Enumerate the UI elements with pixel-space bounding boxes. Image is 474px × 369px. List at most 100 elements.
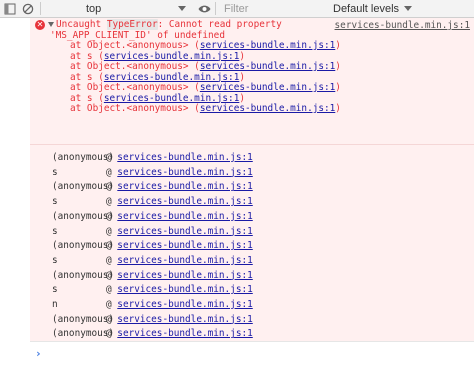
trace-at: @ bbox=[106, 284, 118, 296]
stack-frame-close: ) bbox=[335, 82, 341, 93]
trace-at: @ bbox=[106, 240, 118, 252]
trace-row: s @ services-bundle.min.js:1 bbox=[52, 255, 253, 266]
toolbar-separator bbox=[215, 2, 216, 15]
trace-link[interactable]: services-bundle.min.js:1 bbox=[117, 284, 252, 295]
toolbar-separator bbox=[40, 2, 41, 15]
stack-frame-link[interactable]: services-bundle.min.js:1 bbox=[200, 103, 335, 114]
stack-frame-text: at s ( bbox=[70, 71, 104, 83]
error-icon: ✕ bbox=[35, 20, 45, 30]
trace-row: s @ services-bundle.min.js:1 bbox=[52, 196, 253, 207]
error-prefix: Uncaught bbox=[56, 19, 107, 30]
console-gutter bbox=[0, 18, 30, 369]
trace-function: s bbox=[52, 166, 58, 178]
trace-function: (anonymous) bbox=[52, 328, 115, 340]
console-prompt[interactable]: › bbox=[30, 341, 474, 369]
error-message-text: : Cannot read property bbox=[157, 19, 282, 30]
trace-function: (anonymous) bbox=[52, 210, 115, 222]
trace-link[interactable]: services-bundle.min.js:1 bbox=[117, 196, 252, 207]
stack-frame-close: ) bbox=[239, 71, 245, 83]
trace-row: (anonymous)@ services-bundle.min.js:1 bbox=[52, 211, 253, 222]
clear-console-icon[interactable] bbox=[20, 1, 36, 17]
trace-function: (anonymous) bbox=[52, 181, 115, 193]
trace-at: @ bbox=[106, 254, 118, 266]
console-toolbar: top Filter Default levels bbox=[0, 0, 474, 18]
trace-function: (anonymous) bbox=[52, 313, 115, 325]
stack-frame-close: ) bbox=[239, 50, 245, 62]
trace-at: @ bbox=[106, 181, 118, 193]
async-stack-trace: (anonymous)@ services-bundle.min.js:1 s @… bbox=[30, 145, 474, 341]
stack-frame-text: at Object.<anonymous> ( bbox=[70, 82, 200, 93]
trace-function: s bbox=[52, 196, 58, 208]
levels-label: Default levels bbox=[333, 2, 400, 15]
trace-at: @ bbox=[106, 152, 118, 163]
trace-link[interactable]: services-bundle.min.js:1 bbox=[117, 270, 252, 281]
trace-link[interactable]: services-bundle.min.js:1 bbox=[117, 240, 252, 251]
stack-frame-link[interactable]: services-bundle.min.js:1 bbox=[200, 61, 335, 72]
trace-at: @ bbox=[106, 313, 118, 325]
stack-frame-close: ) bbox=[239, 92, 245, 104]
context-selector[interactable]: top bbox=[80, 0, 190, 17]
trace-row: n @ services-bundle.min.js:1 bbox=[52, 299, 253, 310]
stack-frame-close: ) bbox=[335, 61, 341, 72]
trace-function: (anonymous) bbox=[52, 240, 115, 252]
trace-function: s bbox=[52, 284, 58, 296]
filter-input[interactable]: Filter bbox=[218, 0, 324, 17]
trace-link[interactable]: services-bundle.min.js:1 bbox=[117, 299, 252, 310]
eye-icon[interactable] bbox=[196, 1, 212, 17]
prompt-caret-icon: › bbox=[35, 347, 42, 360]
trace-row: (anonymous)@ services-bundle.min.js:1 bbox=[52, 314, 253, 325]
error-type: TypeError bbox=[106, 19, 158, 30]
stack-frame-link[interactable]: services-bundle.min.js:1 bbox=[104, 51, 239, 62]
stack-frame: at Object.<anonymous> (services-bundle.m… bbox=[70, 103, 341, 115]
trace-function: (anonymous) bbox=[52, 152, 115, 163]
trace-row: (anonymous)@ services-bundle.min.js:1 bbox=[52, 181, 253, 192]
sidebar-toggle-icon[interactable] bbox=[2, 1, 18, 17]
trace-at: @ bbox=[106, 196, 118, 208]
trace-function: s bbox=[52, 225, 58, 237]
trace-at: @ bbox=[106, 225, 118, 237]
error-message: ✕ Uncaught TypeError: Cannot read proper… bbox=[30, 18, 474, 145]
trace-row: (anonymous)@ services-bundle.min.js:1 bbox=[52, 270, 253, 281]
trace-row: (anonymous)@ services-bundle.min.js:1 bbox=[52, 152, 253, 163]
trace-at: @ bbox=[106, 166, 118, 178]
stack-frame-text: at Object.<anonymous> ( bbox=[70, 61, 200, 72]
trace-at: @ bbox=[106, 328, 118, 340]
stack-frame-link[interactable]: services-bundle.min.js:1 bbox=[200, 82, 335, 93]
trace-link[interactable]: services-bundle.min.js:1 bbox=[117, 211, 252, 222]
log-levels-dropdown[interactable]: Default levels bbox=[333, 0, 413, 17]
console-output: ✕ Uncaught TypeError: Cannot read proper… bbox=[30, 18, 474, 369]
error-source-link[interactable]: services-bundle.min.js:1 bbox=[335, 20, 470, 31]
stack-frame-link[interactable]: services-bundle.min.js:1 bbox=[104, 72, 239, 83]
trace-function: (anonymous) bbox=[52, 269, 115, 281]
trace-function: s bbox=[52, 254, 58, 266]
stack-frame-text: at s ( bbox=[70, 50, 104, 62]
expand-triangle-icon[interactable] bbox=[48, 22, 54, 27]
trace-link[interactable]: services-bundle.min.js:1 bbox=[117, 226, 252, 237]
trace-link[interactable]: services-bundle.min.js:1 bbox=[117, 181, 252, 192]
stack-frame-link[interactable]: services-bundle.min.js:1 bbox=[200, 40, 335, 51]
trace-function: n bbox=[52, 299, 58, 310]
stack-frame-text: at Object.<anonymous> ( bbox=[70, 40, 200, 51]
trace-link[interactable]: services-bundle.min.js:1 bbox=[117, 152, 252, 163]
trace-at: @ bbox=[106, 210, 118, 222]
context-label: top bbox=[86, 2, 102, 15]
trace-link[interactable]: services-bundle.min.js:1 bbox=[117, 314, 252, 325]
trace-link[interactable]: services-bundle.min.js:1 bbox=[117, 328, 252, 339]
error-line-1: Uncaught TypeError: Cannot read property bbox=[56, 19, 282, 31]
stack-frame-link[interactable]: services-bundle.min.js:1 bbox=[104, 93, 239, 104]
stack-frame-close: ) bbox=[335, 103, 341, 114]
trace-row: s @ services-bundle.min.js:1 bbox=[52, 226, 253, 237]
chevron-down-icon bbox=[404, 6, 413, 11]
trace-row: (anonymous)@ services-bundle.min.js:1 bbox=[52, 328, 253, 339]
stack-frame-close: ) bbox=[335, 40, 341, 51]
trace-link[interactable]: services-bundle.min.js:1 bbox=[117, 255, 252, 266]
trace-at: @ bbox=[106, 299, 118, 310]
trace-at: @ bbox=[106, 269, 118, 281]
trace-row: s @ services-bundle.min.js:1 bbox=[52, 284, 253, 295]
trace-row: (anonymous)@ services-bundle.min.js:1 bbox=[52, 240, 253, 251]
trace-row: s @ services-bundle.min.js:1 bbox=[52, 167, 253, 178]
stack-frame-text: at Object.<anonymous> ( bbox=[70, 103, 200, 114]
trace-link[interactable]: services-bundle.min.js:1 bbox=[117, 167, 252, 178]
chevron-down-icon bbox=[178, 6, 186, 11]
stack-frame-text: at s ( bbox=[70, 92, 104, 104]
